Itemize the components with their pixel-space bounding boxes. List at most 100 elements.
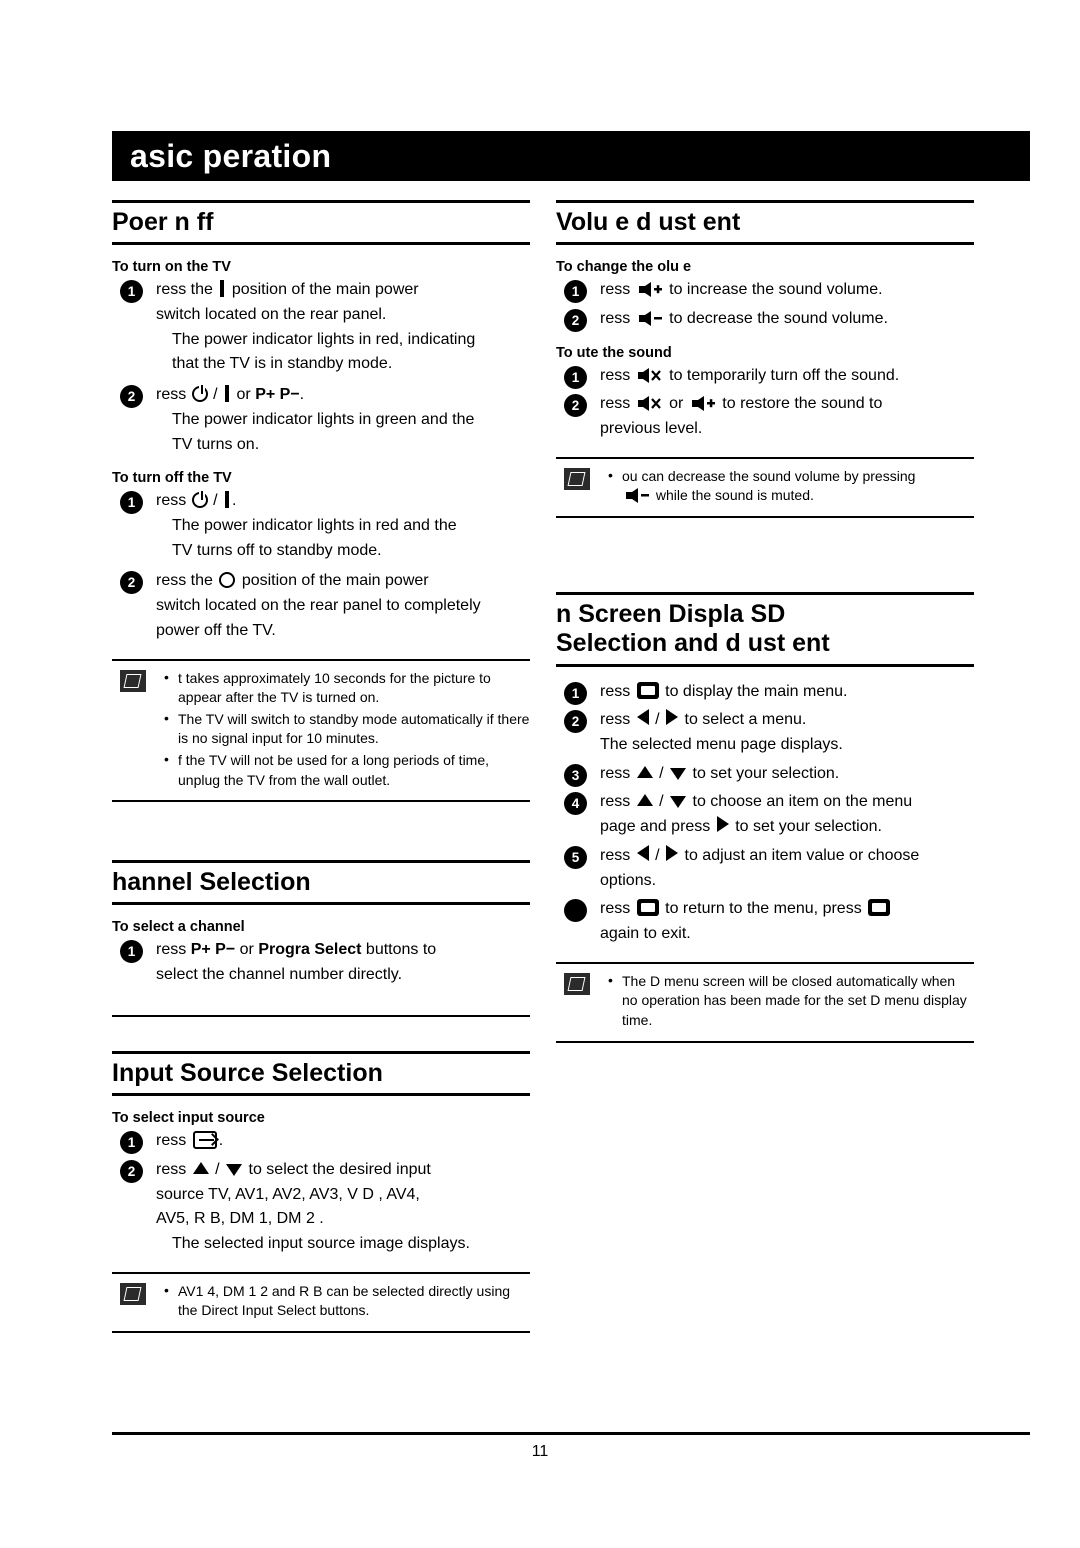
subhead-change-volume: To change the olu e (556, 259, 692, 276)
step-continuation: that the TV is in standby mode. (172, 355, 393, 373)
slash: / (655, 711, 660, 729)
step-continuation: The power indicator lights in green and … (172, 410, 475, 428)
manual-page: asic peration Poer n ff To turn on the T… (0, 0, 1080, 1548)
step-continuation: power off the TV. (156, 621, 276, 639)
step: 2 ress / or P+ P−. (112, 384, 530, 409)
step: 4 ress / to choose an item on the menu (556, 791, 974, 816)
divider (112, 1050, 530, 1054)
slash: / (213, 492, 218, 510)
arrow-right-icon (666, 709, 679, 726)
note-item: f the TV will not be used for a long per… (164, 750, 530, 790)
power-on-bar-icon (225, 491, 230, 509)
step: 2 ress to decrease the sound volume. (556, 308, 974, 332)
note-list: AV1 4, DM 1 2 and R B can be selected di… (164, 1281, 530, 1321)
arrow-down-icon (226, 1163, 243, 1176)
divider (556, 200, 974, 203)
section-channel: hannel Selection To select a channel 1 r… (112, 860, 530, 1017)
page-number: 11 (531, 1443, 549, 1460)
arrow-right-icon (666, 844, 679, 861)
note-item: The D menu screen will be closed automat… (608, 971, 974, 1031)
step-continuation: The power indicator lights in red and th… (172, 517, 457, 534)
step: 2 ress / to select the desired input (112, 1159, 530, 1183)
power-on-bar-icon (225, 385, 230, 403)
section-title-channel: hannel Selection (112, 868, 311, 897)
note-item: t takes approximately 10 seconds for the… (164, 668, 530, 708)
step-text: ress the (156, 572, 213, 590)
note-list: t takes approximately 10 seconds for the… (164, 668, 530, 791)
key-label: P+ P− (190, 941, 236, 959)
divider (556, 663, 974, 667)
divider (112, 1014, 530, 1017)
step-text: ress (600, 309, 631, 327)
step-number: 3 (564, 763, 587, 787)
divider (112, 200, 530, 203)
step-number: 1 (564, 280, 587, 304)
step-continuation: select the channel number directly. (156, 966, 403, 984)
step-continuation: source TV, AV1, AV2, AV3, V D , AV4, (156, 1185, 420, 1203)
subhead-turn-off: To turn off the TV (112, 470, 232, 487)
step-continuation: again to exit. (600, 925, 691, 942)
step: 3 ress / to set your selection. (556, 763, 974, 787)
step-text: or (236, 386, 251, 404)
volume-up-icon (637, 281, 663, 298)
step: 2 ress / to select a menu. (556, 709, 974, 734)
divider (112, 1093, 530, 1097)
step-text: to display the main menu. (665, 682, 848, 700)
subhead-select-input: To select input source (112, 1110, 265, 1127)
step-number: 1 (120, 491, 143, 515)
note-box-power: t takes approximately 10 seconds for the… (112, 658, 530, 803)
step-text: position of the main power (231, 281, 419, 299)
step-number: 5 (564, 845, 587, 869)
step-text: ress (600, 366, 631, 384)
step-text: to select the desired input (248, 1160, 431, 1178)
step-number: 2 (564, 308, 587, 332)
step-continuation: The power indicator lights in red, indic… (172, 330, 476, 348)
note-text: while the sound is muted. (655, 487, 814, 504)
step-continuation: options. (600, 871, 657, 889)
section-title-osd-line2: Selection and d ust ent (556, 629, 830, 658)
step-number: 1 (564, 681, 587, 705)
step-number: 2 (120, 385, 143, 409)
subhead-turn-on: To turn on the TV (112, 259, 231, 276)
key-label: P+ P− (255, 386, 300, 404)
step-text: ress (600, 764, 631, 782)
volume-down-icon (624, 487, 650, 504)
step-continuation: previous level. (600, 420, 703, 438)
footer-divider (112, 1432, 1030, 1435)
section-power: Poer n ff To turn on the TV 1 ress the p… (112, 200, 530, 803)
step: 1 ress to display the main menu. (556, 681, 974, 705)
step-number-blank (564, 899, 587, 923)
step: 1 ress / . (112, 490, 530, 515)
slash: / (655, 846, 660, 864)
step-text: ress (600, 395, 631, 413)
step-text: to choose an item on the menu (692, 793, 913, 811)
menu-icon (868, 899, 891, 917)
right-column: Volu e d ust ent To change the olu e 1 r… (556, 200, 974, 1047)
step-number: 1 (120, 940, 143, 964)
note-item: ou can decrease the sound volume by pres… (608, 466, 974, 506)
volume-up-icon (690, 395, 716, 412)
power-switch-off-icon (219, 572, 236, 589)
slash: / (659, 793, 664, 811)
slash: / (215, 1160, 220, 1178)
step: 1 ress to increase the sound volume. (556, 279, 974, 304)
step-text: to increase the sound volume. (669, 281, 883, 299)
step-number: 2 (564, 710, 587, 734)
arrow-left-icon (636, 709, 649, 726)
note-pencil-icon (120, 669, 146, 692)
note-list: ou can decrease the sound volume by pres… (608, 466, 974, 506)
step-number: 2 (120, 571, 143, 595)
step: 2 ress or to restore the sound to (556, 393, 974, 418)
divider (112, 902, 530, 906)
step-text: ress (600, 711, 631, 729)
section-title-input-source: Input Source Selection (112, 1058, 383, 1087)
step-text: page and press (600, 818, 711, 836)
step-text: position of the main power (241, 572, 429, 590)
step-text: ress (156, 492, 187, 510)
note-pencil-icon (564, 972, 590, 995)
note-item: AV1 4, DM 1 2 and R B can be selected di… (164, 1281, 530, 1321)
standby-power-icon (191, 491, 208, 509)
note-text: ou can decrease the sound volume by pres… (622, 467, 916, 484)
step-text: to return to the menu, press (665, 900, 862, 918)
step-text: to set your selection. (735, 818, 882, 836)
